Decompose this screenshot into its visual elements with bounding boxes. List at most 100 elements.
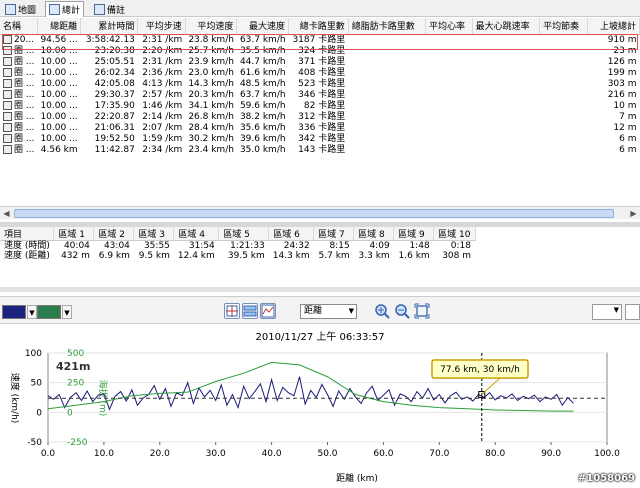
x-axis-metric-select[interactable]: 距離 ▼ <box>300 304 357 319</box>
zone-column-header[interactable]: 區域 4 <box>173 227 220 241</box>
zone-cell: 40:04 <box>63 241 90 251</box>
table-cell: 29:30.37 <box>94 89 135 100</box>
table-cell: 23.8 km/h <box>188 34 234 45</box>
zoom-out-icon[interactable] <box>394 303 410 319</box>
row-name: 圈 ... <box>14 67 35 78</box>
column-header[interactable]: 平均節奏 <box>539 18 589 35</box>
zone-cell: 14.3 km <box>272 251 310 261</box>
lap-icon <box>3 67 12 77</box>
column-header[interactable]: 總距離 <box>37 18 82 35</box>
table-row[interactable]: 圈 ... 10.00 ... 23:20.38 2:20 /km 25.7 km/h 3… <box>0 45 640 57</box>
column-header[interactable]: 上坡總計 <box>587 18 640 35</box>
table-row[interactable]: 圈 ... 10.00 ... 21:06.31 2:07 /km 28.4 km/h 3… <box>0 122 640 134</box>
elevation-color-swatch[interactable] <box>37 305 61 319</box>
column-header[interactable]: 總脂肪卡路里數 <box>348 18 426 35</box>
table-cell: 10.00 ... <box>40 45 78 56</box>
table-cell: 2:20 /km <box>142 45 183 56</box>
zone-column-header[interactable]: 區域 2 <box>93 227 135 241</box>
zone-column-header[interactable]: 區域 8 <box>353 227 395 241</box>
table-cell: 2:14 /km <box>142 111 183 122</box>
table-cell: 7 m <box>619 111 637 122</box>
split-view-icon[interactable] <box>242 303 258 319</box>
chart-option-select-2[interactable] <box>625 304 640 320</box>
table-cell: 2:07 /km <box>142 122 183 133</box>
chart-canvas[interactable]: 2010/11/27 上午 06:33:57 100 500 50 250 0 0 -50 -2… <box>0 326 640 485</box>
zone-column-header[interactable]: 項目 <box>0 227 55 241</box>
zone-column-header[interactable]: 區域 6 <box>268 227 315 241</box>
y-tick-label: -50 <box>27 438 42 448</box>
table-row[interactable]: 圈 ... 10.00 ... 26:02.34 2:36 /km 23.0 km/h 6… <box>0 67 640 79</box>
zone-cell: 24:32 <box>283 241 310 251</box>
table-row[interactable]: 圈 ... 4.56 km 11:42.87 2:34 /km 23.4 km/h 35.… <box>0 144 640 156</box>
table-cell: 6 m <box>619 133 637 144</box>
lap-icon <box>3 133 12 143</box>
tab-map[interactable]: 地圖 <box>2 1 39 17</box>
zoom-in-icon[interactable] <box>374 303 390 319</box>
column-header[interactable]: 總卡路里數 <box>288 18 349 35</box>
chevron-down-icon[interactable]: ▼ <box>62 305 72 319</box>
fit-to-window-icon[interactable] <box>414 303 430 319</box>
zone-cell: 4:09 <box>369 241 390 251</box>
chart-timestamp: 2010/11/27 上午 06:33:57 <box>256 330 385 343</box>
x-tick-label: 20.0 <box>150 449 170 459</box>
table-cell: 44.7 km/h <box>239 56 286 67</box>
row-name: 圈 ... <box>14 111 35 122</box>
column-header[interactable]: 最大速度 <box>236 18 290 35</box>
table-cell: 2:36 /km <box>142 67 183 78</box>
table-cell: 48.5 km/h <box>239 78 286 89</box>
zone-column-header[interactable]: 區域 10 <box>433 227 476 241</box>
table-cell: 10.00 ... <box>40 122 78 133</box>
zone-cell: 速度 (時間) <box>4 241 50 251</box>
zone-column-header[interactable]: 區域 5 <box>218 227 270 241</box>
table-row[interactable]: 圈 ... 10.00 ... 22:20.87 2:14 /km 26.8 km/h 3… <box>0 111 640 123</box>
speed-color-swatch[interactable] <box>2 305 26 319</box>
x-tick-label: 10.0 <box>94 449 114 459</box>
lap-icon <box>3 56 12 66</box>
table-row[interactable]: 20... 94.56 ... 3:58:42.13 2:31 /km 23.8 km/… <box>0 34 640 46</box>
table-cell: 35.0 km/h <box>239 144 286 155</box>
scroll-right-icon[interactable]: ▶ <box>628 208 639 219</box>
zone-column-header[interactable]: 區域 3 <box>133 227 175 241</box>
column-header[interactable]: 最大心跳速率 <box>472 18 541 35</box>
table-cell: 408 卡路里 <box>298 67 346 78</box>
tab-notes[interactable]: 備註 <box>91 1 128 17</box>
zone-cell: 5.7 km <box>318 251 350 261</box>
table-row[interactable]: 圈 ... 10.00 ... 17:35.90 1:46 /km 34.1 km/h 5… <box>0 100 640 112</box>
zone-column-header[interactable]: 區域 9 <box>393 227 435 241</box>
column-header[interactable]: 平均心率 <box>425 18 473 35</box>
chevron-down-icon[interactable]: ▼ <box>27 305 37 319</box>
table-cell: 圈 ... <box>0 89 37 101</box>
scroll-left-icon[interactable]: ◀ <box>1 208 12 219</box>
y-axis-label: 速度 (km/h) <box>9 373 21 424</box>
scrollbar-thumb[interactable] <box>14 209 614 218</box>
table-row[interactable]: 圈 ... 10.00 ... 42:05.08 4:13 /km 14.3 km/h 4… <box>0 78 640 90</box>
table-cell <box>472 101 540 112</box>
table-row[interactable]: 圈 ... 10.00 ... 19:52.50 1:59 /km 30.2 km/h 3… <box>0 133 640 145</box>
column-header[interactable]: 名稱 <box>0 18 38 35</box>
column-header[interactable]: 平均步速 <box>137 18 186 35</box>
horizontal-scrollbar[interactable]: ◀ ▶ <box>0 206 640 219</box>
splitter[interactable] <box>0 287 640 292</box>
table-cell: 28.4 km/h <box>188 122 234 133</box>
chart-option-select[interactable]: ▼ <box>592 304 622 320</box>
column-header[interactable]: 平均速度 <box>185 18 238 35</box>
table-cell: 25.7 km/h <box>188 45 234 56</box>
table-cell <box>540 123 588 134</box>
zone-cell: 308 m <box>442 251 471 261</box>
line-chart-icon[interactable] <box>260 303 276 319</box>
table-row[interactable]: 圈 ... 10.00 ... 25:05.51 2:31 /km 23.9 km/h 4… <box>0 56 640 68</box>
table-cell: 4.56 km <box>40 144 78 155</box>
x-tick-label: 60.0 <box>373 449 393 459</box>
column-header[interactable]: 累計時間 <box>80 18 139 35</box>
y-tick-label: 100 <box>25 349 42 359</box>
table-cell: 312 卡路里 <box>298 111 346 122</box>
table-cell: 圈 ... <box>0 133 37 145</box>
table-cell <box>540 57 588 68</box>
tab-totals[interactable]: 總計 <box>45 1 85 17</box>
zone-column-header[interactable]: 區域 1 <box>53 227 95 241</box>
lap-icon <box>3 111 12 121</box>
table-row[interactable]: 圈 ... 10.00 ... 29:30.37 2:57 /km 20.3 km/h 6… <box>0 89 640 101</box>
table-cell: 34.1 km/h <box>188 100 234 111</box>
zone-column-header[interactable]: 區域 7 <box>313 227 355 241</box>
crosshair-icon[interactable] <box>224 303 240 319</box>
